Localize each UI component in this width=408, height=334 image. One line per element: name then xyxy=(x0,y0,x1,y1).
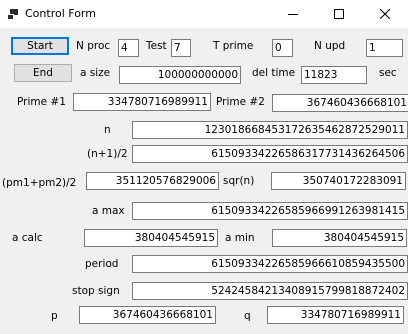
a-size-input[interactable]: 100000000000 xyxy=(119,66,241,84)
period-label: period xyxy=(85,258,119,270)
minimize-button[interactable] xyxy=(270,0,316,28)
n-upd-input[interactable]: 1 xyxy=(366,39,403,57)
a-calc-input[interactable]: 380404545915 xyxy=(84,229,218,247)
title-bar: Control Form xyxy=(0,0,408,28)
test-input[interactable]: 7 xyxy=(171,39,191,57)
app-icon xyxy=(7,9,19,20)
sec-label: sec xyxy=(379,67,397,79)
a-min-label: a min xyxy=(225,232,255,244)
p-label: p xyxy=(51,310,58,322)
n-input[interactable]: 123018668453172635462872529011 xyxy=(132,121,408,139)
window-title: Control Form xyxy=(25,7,96,20)
sqrn-label: sqr(n) xyxy=(223,175,255,187)
t-prime-input[interactable]: 0 xyxy=(272,39,293,57)
a-calc-label: a calc xyxy=(12,232,43,244)
minimize-icon xyxy=(288,14,298,15)
n-upd-label: N upd xyxy=(314,40,346,52)
prime1-label: Prime #1 xyxy=(17,96,66,108)
pm-average-input[interactable]: 351120576829006 xyxy=(86,172,219,190)
n-plus-1-half-label: (n+1)/2 xyxy=(87,148,128,160)
close-button[interactable] xyxy=(362,0,408,28)
del-time-input[interactable]: 11823 xyxy=(301,66,367,84)
prime1-input[interactable]: 334780716989911 xyxy=(73,93,211,111)
maximize-icon xyxy=(334,9,344,19)
q-label: q xyxy=(244,310,251,322)
n-label: n xyxy=(104,124,111,136)
maximize-button[interactable] xyxy=(316,0,362,28)
prime2-label: Prime #2 xyxy=(216,96,265,108)
a-max-input[interactable]: 61509334226585966991263981415 xyxy=(132,202,408,220)
a-size-label: a size xyxy=(80,67,111,79)
del-time-label: del time xyxy=(252,67,296,79)
close-icon xyxy=(380,9,390,19)
p-input[interactable]: 367460436668101 xyxy=(79,306,216,324)
prime2-input[interactable]: 367460436668101 xyxy=(272,94,408,112)
start-button[interactable]: Start xyxy=(11,37,69,55)
stop-sign-label: stop sign xyxy=(72,285,120,297)
a-min-input[interactable]: 380404545915 xyxy=(272,229,407,247)
pm-average-label: (pm1+pm2)/2 xyxy=(2,177,77,189)
t-prime-label: T prime xyxy=(213,40,254,52)
a-max-label: a max xyxy=(92,205,125,217)
n-plus-1-half-input[interactable]: 61509334226586317731436264506 xyxy=(132,145,408,163)
sqrn-input[interactable]: 350740172283091 xyxy=(271,172,406,190)
stop-sign-input[interactable]: 52424584213408915799818872402 xyxy=(132,282,408,300)
q-input[interactable]: 334780716989911 xyxy=(267,306,404,324)
test-label: Test xyxy=(146,40,167,52)
period-input[interactable]: 61509334226585966610859435500 xyxy=(132,255,408,273)
n-proc-label: N proc xyxy=(76,40,111,52)
n-proc-input[interactable]: 4 xyxy=(118,39,139,57)
end-button[interactable]: End xyxy=(14,64,72,82)
